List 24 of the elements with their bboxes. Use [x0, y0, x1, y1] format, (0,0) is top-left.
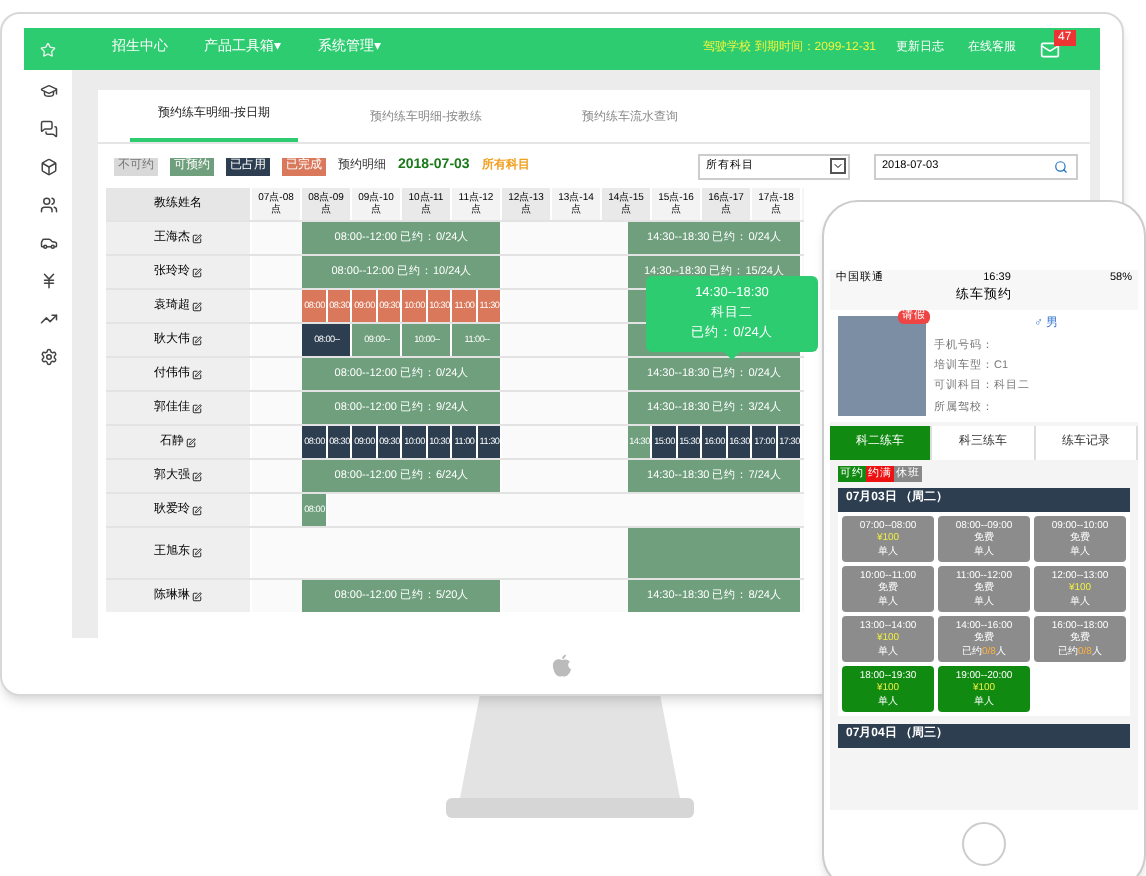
cube-icon[interactable]: [39, 158, 57, 176]
edit-icon[interactable]: [192, 301, 202, 311]
edit-icon[interactable]: [192, 471, 202, 481]
caret-icon: [830, 158, 846, 174]
mail-icon[interactable]: [1040, 39, 1060, 59]
chat-icon[interactable]: [39, 120, 57, 138]
edit-icon[interactable]: [192, 369, 202, 379]
graduation-cap-icon[interactable]: [39, 82, 57, 100]
chart-icon[interactable]: [39, 310, 57, 328]
edit-icon[interactable]: [192, 233, 202, 243]
yen-icon[interactable]: [39, 272, 57, 290]
search-icon[interactable]: [1054, 159, 1068, 173]
edit-icon[interactable]: [186, 437, 196, 447]
car-icon[interactable]: [39, 234, 57, 252]
edit-icon[interactable]: [192, 591, 202, 601]
edit-icon[interactable]: [192, 548, 202, 558]
users-icon[interactable]: [39, 196, 57, 214]
edit-icon[interactable]: [192, 335, 202, 345]
logo-icon: [552, 654, 572, 678]
edit-icon[interactable]: [192, 267, 202, 277]
settings-icon[interactable]: [39, 348, 57, 366]
edit-icon[interactable]: [192, 505, 202, 515]
edit-icon[interactable]: [192, 403, 202, 413]
logo-icon: [40, 41, 56, 57]
